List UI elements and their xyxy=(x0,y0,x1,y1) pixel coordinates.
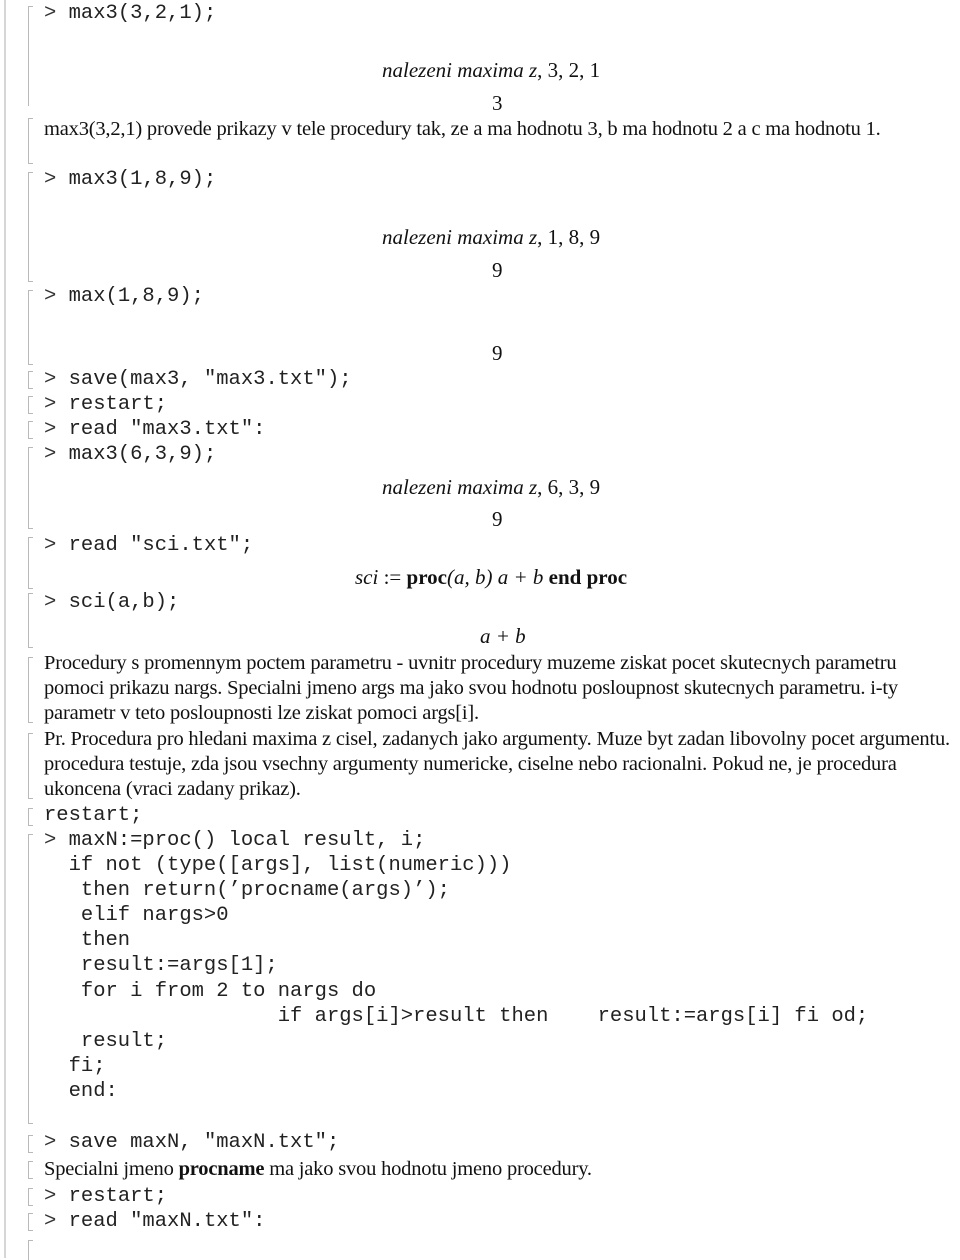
input-line[interactable]: > sci(a,b); xyxy=(44,590,179,615)
input-command[interactable]: read "max3.txt": xyxy=(69,418,266,441)
code-line[interactable]: then return(’procname(args)’); xyxy=(44,878,450,903)
code-line[interactable]: maxN:=proc() local result, i; xyxy=(69,829,426,852)
input-line[interactable]: > restart; xyxy=(44,1184,167,1209)
execution-group-bracket[interactable] xyxy=(28,172,33,282)
input-command[interactable]: save maxN, "maxN.txt"; xyxy=(69,1131,340,1154)
result-output: 9 xyxy=(492,341,503,365)
keyword-end-proc: end proc xyxy=(548,565,628,589)
execution-group-bracket[interactable] xyxy=(28,396,33,414)
execution-group-bracket[interactable] xyxy=(28,593,33,648)
execution-group-bracket[interactable] xyxy=(28,6,33,106)
print-output: nalezeni maxima z, 1, 8, 9 xyxy=(382,225,600,250)
prompt-symbol: > xyxy=(44,285,57,308)
input-command[interactable]: read "maxN.txt": xyxy=(69,1210,266,1233)
prompt-symbol: > xyxy=(44,534,57,557)
assign-operator: := xyxy=(378,565,407,589)
restart-command-text[interactable]: restart; xyxy=(44,803,142,828)
input-command[interactable]: restart; xyxy=(69,1185,167,1208)
proc-output: sci := proc(a, b) a + b end proc xyxy=(355,565,627,590)
input-command[interactable]: save(max3, "max3.txt"); xyxy=(69,368,352,391)
output-args: , 1, 8, 9 xyxy=(537,225,601,249)
output-args: , 3, 2, 1 xyxy=(537,58,601,82)
input-line[interactable]: > max3(6,3,9); xyxy=(44,442,216,467)
result-output: 9 xyxy=(492,507,503,531)
prompt-symbol: > xyxy=(44,1210,57,1233)
output-args: , 6, 3, 9 xyxy=(537,475,601,499)
print-output: nalezeni maxima z, 6, 3, 9 xyxy=(382,475,600,500)
input-line[interactable]: > read "sci.txt"; xyxy=(44,533,253,558)
prompt-symbol: > xyxy=(44,168,57,191)
comment-text: max3(3,2,1) provede prikazy v tele proce… xyxy=(44,118,881,140)
result-output: 9 xyxy=(492,258,503,282)
print-output: nalezeni maxima z, 3, 2, 1 xyxy=(382,58,600,83)
text-group-bracket[interactable] xyxy=(28,657,33,723)
input-line[interactable]: > save(max3, "max3.txt"); xyxy=(44,367,352,392)
text-segment: Specialni jmeno xyxy=(44,1158,179,1180)
prompt-symbol: > xyxy=(44,1185,57,1208)
code-line[interactable]: for i from 2 to nargs do xyxy=(44,979,376,1004)
proc-params: (a, b) xyxy=(446,565,493,589)
code-line[interactable]: if args[i]>result then result:=args[i] f… xyxy=(44,1004,869,1029)
prompt-symbol: > xyxy=(44,418,57,441)
execution-group-bracket[interactable] xyxy=(28,371,33,389)
code-line[interactable]: if not (type([args], list(numeric))) xyxy=(44,853,512,878)
prompt-symbol: > xyxy=(44,591,57,614)
keyword-proc: proc xyxy=(406,565,447,589)
empty-execution-group-bracket[interactable] xyxy=(28,1240,33,1260)
input-command[interactable]: max3(3,2,1); xyxy=(69,2,217,25)
input-line[interactable]: > read "max3.txt": xyxy=(44,417,265,442)
input-command[interactable]: read "sci.txt"; xyxy=(69,534,254,557)
input-line[interactable]: > max3(1,8,9); xyxy=(44,167,216,192)
prompt-symbol: > xyxy=(44,368,57,391)
execution-group-bracket[interactable] xyxy=(28,808,33,826)
input-line[interactable]: > max3(3,2,1); xyxy=(44,1,216,26)
prompt-symbol: > xyxy=(44,2,57,25)
execution-group-bracket[interactable] xyxy=(28,1135,33,1153)
code-line[interactable]: result; xyxy=(44,1029,167,1054)
text-group-bracket[interactable] xyxy=(28,733,33,799)
text-group-bracket[interactable] xyxy=(28,118,33,164)
input-line[interactable]: > max(1,8,9); xyxy=(44,284,204,309)
text-group-bracket[interactable] xyxy=(28,1161,33,1179)
prompt-symbol: > xyxy=(44,1131,57,1154)
execution-group-bracket[interactable] xyxy=(28,537,33,589)
execution-group-bracket[interactable] xyxy=(28,834,33,1124)
input-command[interactable]: max3(6,3,9); xyxy=(69,443,217,466)
code-line[interactable]: elif nargs>0 xyxy=(44,903,229,928)
code-line[interactable]: then xyxy=(44,928,130,953)
input-command[interactable]: restart; xyxy=(69,393,167,416)
input-command[interactable]: sci(a,b); xyxy=(69,591,180,614)
prompt-symbol: > xyxy=(44,393,57,416)
input-command[interactable]: max(1,8,9); xyxy=(69,285,204,308)
result-output: a + b xyxy=(480,624,526,648)
execution-group-bracket[interactable] xyxy=(28,1213,33,1231)
code-line[interactable]: end: xyxy=(44,1079,118,1104)
input-line[interactable]: > maxN:=proc() local result, i; xyxy=(44,828,425,853)
input-command[interactable]: max3(1,8,9); xyxy=(69,168,217,191)
prompt-symbol: > xyxy=(44,829,57,852)
proc-body: a + b xyxy=(492,565,549,589)
worksheet-left-border xyxy=(4,0,6,1258)
input-line[interactable]: > read "maxN.txt": xyxy=(44,1209,265,1234)
prompt-symbol: > xyxy=(44,443,57,466)
execution-group-bracket[interactable] xyxy=(28,290,33,365)
output-label: nalezeni maxima z xyxy=(382,475,538,499)
code-line[interactable]: fi; xyxy=(44,1054,106,1079)
procname-explanation-text: Specialni jmeno procname ma jako svou ho… xyxy=(44,1157,954,1182)
input-line[interactable]: > restart; xyxy=(44,392,167,417)
output-label: nalezeni maxima z xyxy=(382,225,538,249)
execution-group-bracket[interactable] xyxy=(28,1188,33,1206)
example-explanation-text: Pr. Procedura pro hledani maxima z cisel… xyxy=(44,728,950,800)
result-output: 3 xyxy=(492,91,503,115)
text-segment: ma jako svou hodnotu jmeno procedury. xyxy=(264,1158,592,1180)
procname-keyword: procname xyxy=(178,1158,265,1180)
proc-name: sci xyxy=(355,565,379,589)
execution-group-bracket[interactable] xyxy=(28,447,33,529)
output-label: nalezeni maxima z xyxy=(382,58,538,82)
code-line[interactable]: result:=args[1]; xyxy=(44,953,278,978)
input-line[interactable]: > save maxN, "maxN.txt"; xyxy=(44,1130,339,1155)
execution-group-bracket[interactable] xyxy=(28,421,33,439)
nargs-explanation-text: Procedury s promennym poctem parametru -… xyxy=(44,652,898,724)
